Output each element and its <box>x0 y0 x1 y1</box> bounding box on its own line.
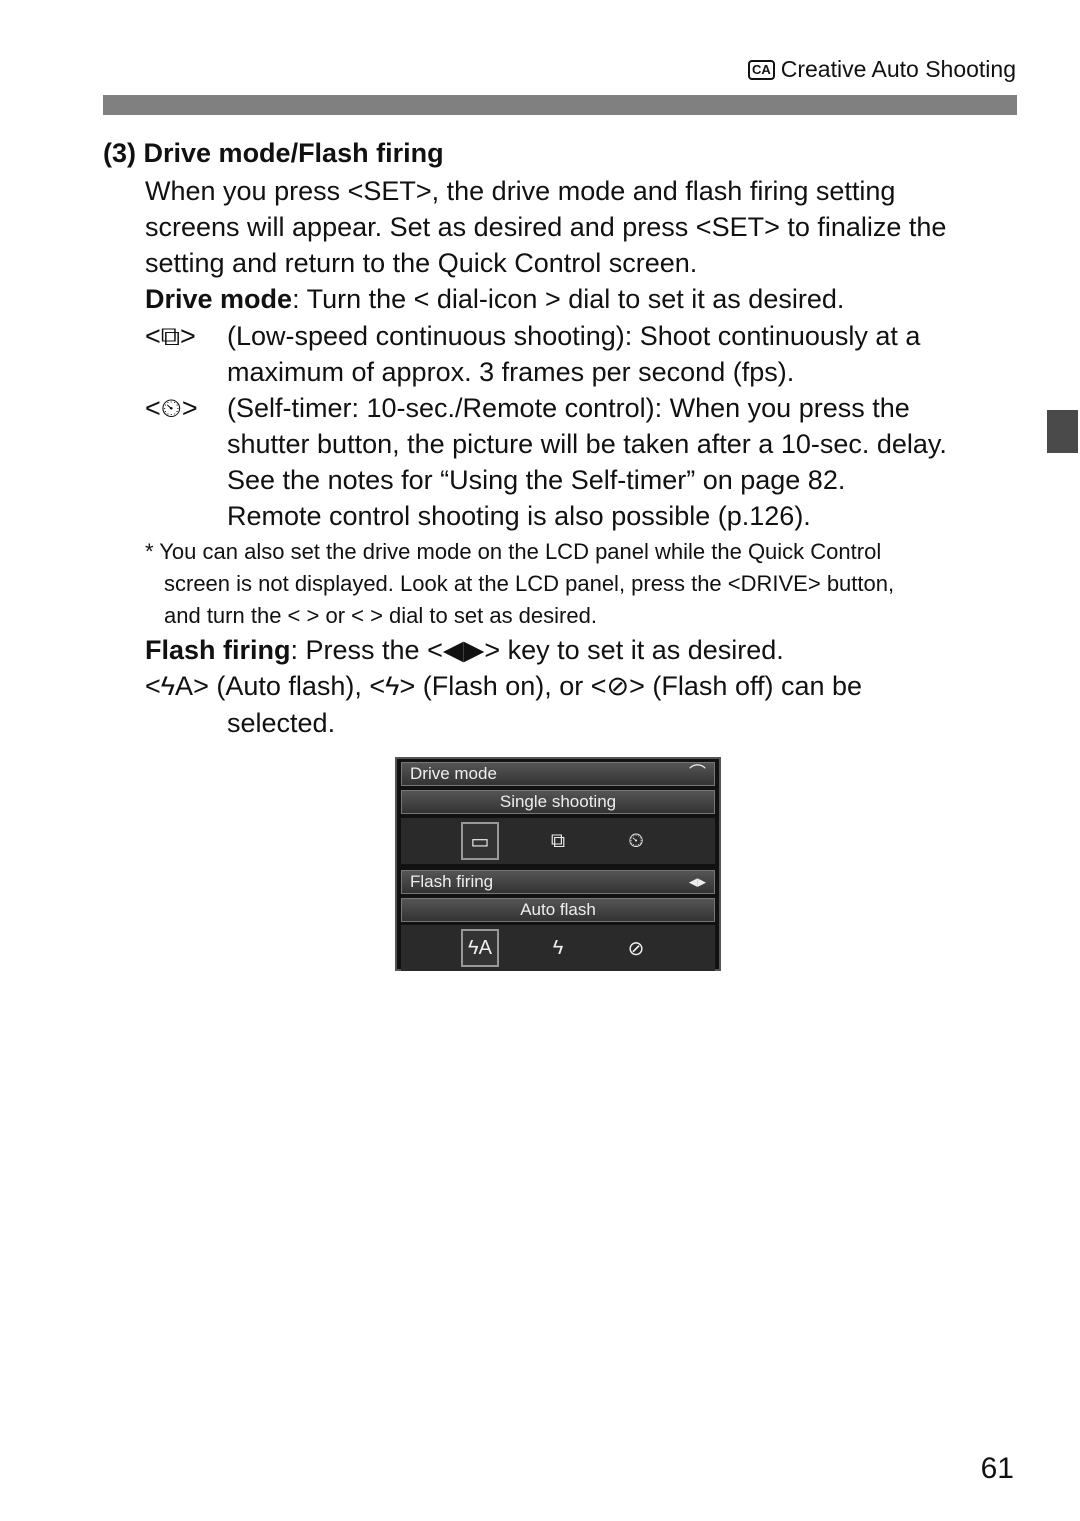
item-text: (Low-speed continuous shooting): Shoot c… <box>227 321 921 351</box>
item-text: See the notes for “Using the Self-timer”… <box>227 465 846 495</box>
item-text: shutter button, the picture will be take… <box>227 429 947 459</box>
drive-mode-value: Single shooting <box>401 790 715 814</box>
chapter-tab <box>1047 410 1078 453</box>
drive-mode-line: Drive mode: Turn the < dial-icon > dial … <box>145 284 845 314</box>
item-text: (Self-timer: 10-sec./Remote control): Wh… <box>227 393 910 423</box>
flash-off-icon[interactable]: ⊘ <box>617 929 655 967</box>
flash-on-icon[interactable]: ϟ <box>539 929 577 967</box>
header-bar <box>103 95 1017 115</box>
intro-line: setting and return to the Quick Control … <box>145 248 698 278</box>
left-right-arrows-icon: ◂▸ <box>688 872 706 891</box>
self-timer-remote-icon: <⏲> <box>145 393 198 423</box>
section-title: Creative Auto Shooting <box>780 56 1016 82</box>
footnote-line: and turn the < > or < > dial to set as d… <box>164 603 597 628</box>
drive-mode-title: Drive mode ⌒ <box>401 762 715 786</box>
item-text: maximum of approx. 3 frames per second (… <box>227 357 795 387</box>
flash-firing-title: Flash firing ◂▸ <box>401 870 715 894</box>
auto-flash-icon[interactable]: ϟA <box>461 929 499 967</box>
low-speed-continuous-icon: <⧉> <box>145 321 196 351</box>
low-speed-continuous-icon[interactable]: ⧉ <box>539 822 577 860</box>
flash-firing-value: Auto flash <box>401 898 715 922</box>
single-shooting-icon[interactable]: ▭ <box>461 822 499 860</box>
self-timer-icon[interactable]: ⏲ <box>617 822 655 860</box>
flash-options-line: selected. <box>227 708 336 738</box>
item-text: Remote control shooting is also possible… <box>227 501 811 531</box>
footnote-line: screen is not displayed. Look at the LCD… <box>164 571 895 596</box>
page-number: 61 <box>980 1452 1014 1485</box>
flash-firing-line: Flash firing: Press the <◀▶> key to set … <box>145 635 784 665</box>
flash-options-line: <ϟA> (Auto flash), <ϟ> (Flash on), or <⊘… <box>145 671 863 701</box>
drive-mode-options: ▭ ⧉ ⏲ <box>401 818 715 864</box>
footnote-line: * You can also set the drive mode on the… <box>145 539 882 564</box>
creative-auto-icon: CA <box>747 59 775 80</box>
intro-line: When you press <SET>, the drive mode and… <box>145 176 896 206</box>
intro-line: screens will appear. Set as desired and … <box>145 212 947 242</box>
running-header: CA Creative Auto Shooting <box>747 56 1016 83</box>
section-heading: (3) Drive mode/Flash firing <box>103 138 444 168</box>
quick-control-screen: Drive mode ⌒ Single shooting ▭ ⧉ ⏲ Flash … <box>395 757 721 971</box>
dial-icon: ⌒ <box>689 764 706 783</box>
flash-options: ϟA ϟ ⊘ <box>401 925 715 971</box>
